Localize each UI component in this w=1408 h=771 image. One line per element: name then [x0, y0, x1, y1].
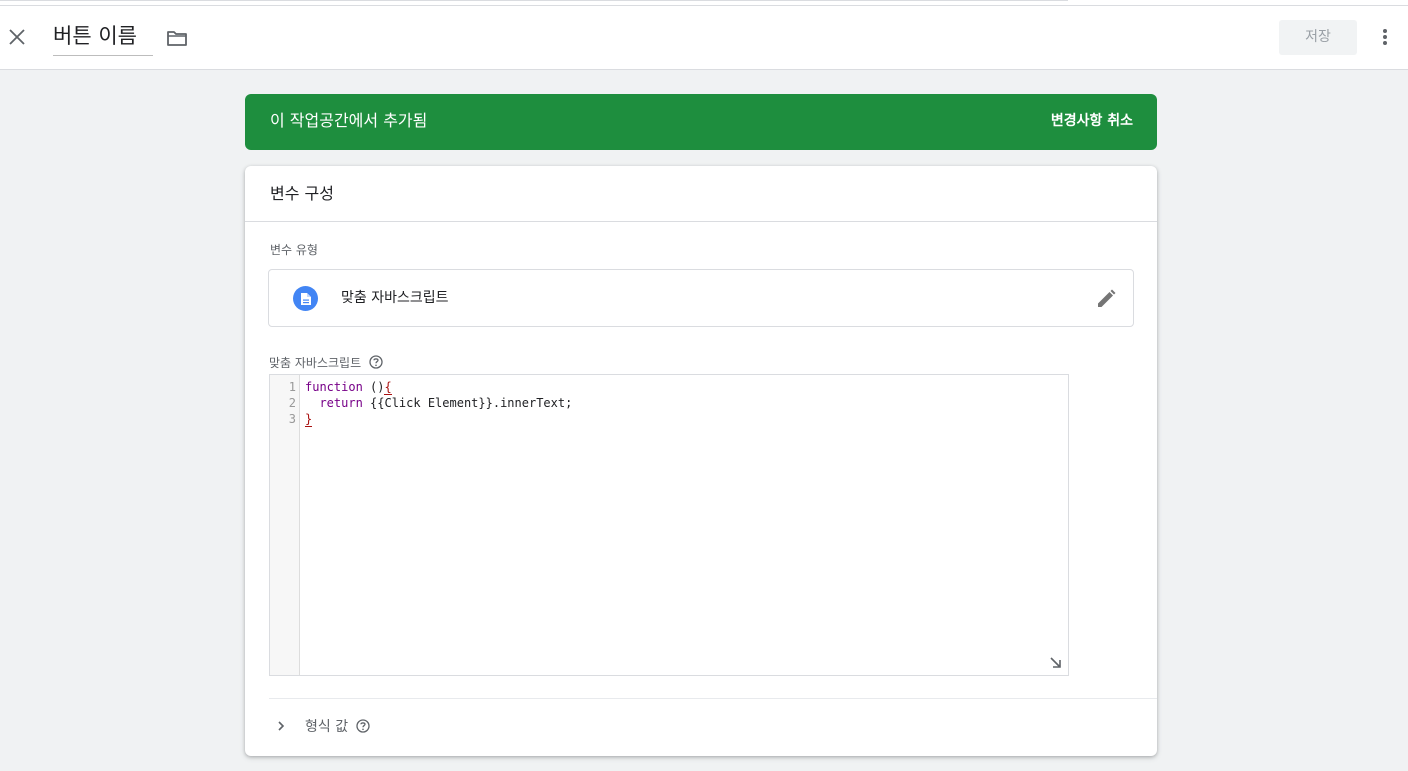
variable-config-card: 변수 구성 변수 유형 맞춤 자바스크립트 맞춤 자바스크립트 1 2 3 fu…	[245, 166, 1157, 756]
card-title: 변수 구성	[270, 184, 334, 203]
discard-changes-button[interactable]: 변경사항 취소	[1051, 94, 1133, 148]
help-icon[interactable]	[356, 719, 370, 733]
workspace-status-banner: 이 작업공간에서 추가됨 변경사항 취소	[245, 94, 1157, 150]
code-line: }	[305, 411, 313, 427]
resize-handle[interactable]	[1048, 655, 1062, 669]
edit-type-button[interactable]	[1094, 287, 1118, 311]
close-icon	[9, 29, 25, 45]
pencil-icon	[1098, 289, 1116, 307]
variable-name-input[interactable]: 버튼 이름	[53, 18, 153, 56]
line-number: 1	[288, 380, 296, 394]
help-icon[interactable]	[369, 355, 383, 369]
document-icon	[293, 286, 318, 311]
banner-message: 이 작업공간에서 추가됨	[270, 111, 428, 130]
code-text: ()	[362, 380, 385, 394]
variable-type-name: 맞춤 자바스크립트	[341, 290, 449, 306]
custom-js-label-row: 맞춤 자바스크립트	[269, 353, 383, 371]
code-line: function (){	[305, 379, 392, 395]
more-options-button[interactable]	[1374, 24, 1396, 50]
custom-js-label: 맞춤 자바스크립트	[269, 355, 362, 370]
code-text: {{Click Element}}.innerText;	[362, 396, 573, 410]
folder-icon	[167, 31, 187, 46]
save-button[interactable]: 저장	[1279, 20, 1357, 55]
section-divider	[269, 698, 1157, 699]
code-brace: }	[305, 412, 313, 427]
more-vert-icon	[1383, 29, 1387, 45]
folder-button[interactable]	[164, 26, 190, 50]
variable-type-selector[interactable]: 맞춤 자바스크립트	[268, 269, 1134, 327]
chevron-right-icon	[271, 716, 291, 736]
code-editor[interactable]: 1 2 3 function (){ return {{Click Elemen…	[269, 374, 1069, 676]
card-divider	[245, 221, 1157, 222]
code-line: return {{Click Element}}.innerText;	[305, 395, 572, 411]
format-value-label: 형식 값	[305, 719, 349, 735]
line-number: 3	[288, 412, 296, 426]
code-keyword: function	[305, 380, 363, 394]
top-progress-line	[0, 0, 1068, 1]
close-button[interactable]	[4, 24, 30, 50]
line-number-gutter: 1 2 3	[270, 375, 300, 675]
variable-type-label: 변수 유형	[270, 243, 318, 257]
code-keyword: return	[319, 396, 363, 410]
resize-arrow-icon	[1049, 656, 1061, 668]
format-value-toggle[interactable]: 형식 값	[271, 714, 370, 738]
code-brace: {	[384, 380, 392, 395]
line-number: 2	[288, 396, 296, 410]
editor-header: 버튼 이름 저장	[0, 6, 1408, 70]
